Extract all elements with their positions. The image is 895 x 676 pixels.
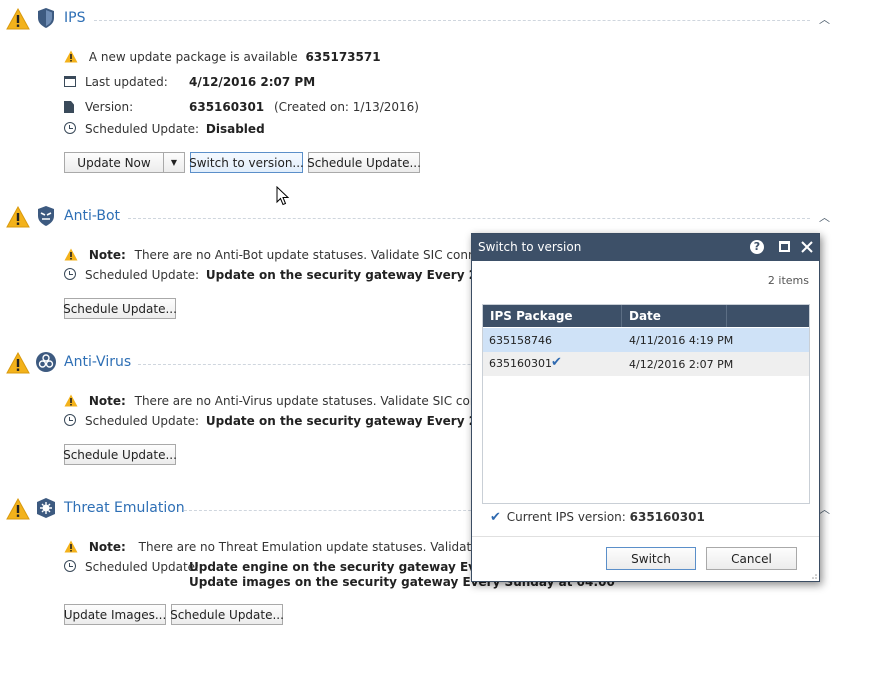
last-updated-value: 4/12/2016 2:07 PM <box>189 75 316 89</box>
versions-table: IPS Package Version▲ Date 635158746 4/11… <box>482 304 810 504</box>
ips-shield-icon <box>38 8 54 28</box>
current-version-check-icon: ✔ <box>551 355 562 370</box>
warning-icon <box>6 498 30 520</box>
section-divider <box>94 20 810 21</box>
collapse-chevron-icon[interactable]: ︿ <box>819 11 830 27</box>
current-version-value: 635160301 <box>629 510 705 524</box>
table-header: IPS Package Version▲ Date <box>483 305 809 345</box>
items-count: 2 items <box>767 274 809 287</box>
update-notice-text: A new update package is available <box>88 50 298 64</box>
clock-icon <box>64 122 76 134</box>
clock-icon <box>64 268 76 280</box>
column-header-label: Date <box>629 309 661 323</box>
version-value: 635160301 <box>189 100 265 114</box>
update-now-button[interactable]: Update Now <box>64 152 164 173</box>
update-notice-version: 635173571 <box>305 50 381 64</box>
dialog-footer-divider <box>472 536 819 537</box>
threat-emulation-icon <box>37 498 55 518</box>
current-version-row: ✔ Current IPS version: 635160301 <box>490 510 705 525</box>
ips-update-notice: A new update package is available 635173… <box>64 50 381 64</box>
update-now-dropdown-button[interactable]: ▼ <box>163 152 185 173</box>
version-label: Version: <box>85 100 134 114</box>
resize-grip-icon[interactable] <box>809 571 817 579</box>
anti-bot-schedule-update-button[interactable]: Schedule Update... <box>63 298 177 319</box>
ips-section-title[interactable]: IPS <box>64 10 85 26</box>
close-icon[interactable] <box>801 241 813 253</box>
ips-version: Version: <box>64 100 133 114</box>
anti-bot-note: Note: There are no Anti-Bot update statu… <box>64 248 531 262</box>
current-version-label: Current IPS version: <box>506 510 626 524</box>
table-row[interactable]: 635158746 4/11/2016 4:19 PM <box>483 328 809 352</box>
clock-icon <box>64 414 76 426</box>
anti-virus-note: Note: There are no Anti-Virus update sta… <box>64 394 541 408</box>
threat-emulation-schedule-update-button[interactable]: Schedule Update... <box>170 604 284 625</box>
warning-icon <box>6 8 30 30</box>
version-created: (Created on: 1/13/2016) <box>273 100 419 114</box>
document-icon <box>64 101 74 113</box>
switch-to-version-button[interactable]: Switch to version... <box>189 152 304 173</box>
note-label: Note: <box>88 248 126 262</box>
cancel-button[interactable]: Cancel <box>706 547 797 570</box>
switch-button[interactable]: Switch <box>606 547 696 570</box>
warning-icon <box>64 248 78 261</box>
help-icon[interactable]: ? <box>750 240 764 254</box>
collapse-chevron-icon[interactable]: ︿ <box>819 501 830 517</box>
scheduled-label: Scheduled Update: <box>85 560 200 574</box>
threat-emulation-section-title[interactable]: Threat Emulation <box>64 500 185 516</box>
section-divider <box>128 218 810 219</box>
scheduled-value: Disabled <box>205 122 265 136</box>
warning-icon <box>6 206 30 228</box>
row-date: 4/12/2016 2:07 PM <box>629 358 734 371</box>
anti-virus-section-title[interactable]: Anti-Virus <box>64 354 131 370</box>
dialog-title: Switch to version <box>478 240 582 254</box>
current-version-check-icon: ✔ <box>490 510 501 525</box>
table-row[interactable]: 635160301 ✔ 4/12/2016 2:07 PM <box>483 352 809 376</box>
note-label: Note: <box>88 394 126 408</box>
calendar-icon <box>64 76 76 87</box>
maximize-icon[interactable] <box>779 241 790 252</box>
row-date: 4/11/2016 4:19 PM <box>629 334 734 347</box>
scheduled-label: Scheduled Update: <box>85 122 200 136</box>
warning-icon <box>6 352 30 374</box>
scheduled-label: Scheduled Update: <box>85 414 200 428</box>
update-images-button[interactable]: Update Images... <box>64 604 166 625</box>
anti-bot-section-title[interactable]: Anti-Bot <box>64 208 120 224</box>
threat-emulation-scheduled-update: Scheduled Update: <box>64 560 199 574</box>
anti-bot-shield-icon <box>38 206 54 226</box>
warning-icon <box>64 394 78 407</box>
row-version: 635160301 <box>489 357 552 370</box>
scheduled-label: Scheduled Update: <box>85 268 200 282</box>
note-label: Note: <box>88 540 126 554</box>
switch-to-version-dialog: Switch to version ? 2 items IPS Package … <box>471 233 820 582</box>
collapse-chevron-icon[interactable]: ︿ <box>819 209 830 225</box>
ips-schedule-update-button[interactable]: Schedule Update... <box>307 152 421 173</box>
warning-icon <box>64 50 78 63</box>
ips-scheduled-update: Scheduled Update: Disabled <box>64 122 265 136</box>
last-updated-label: Last updated: <box>85 75 168 89</box>
row-version: 635158746 <box>489 334 552 347</box>
biohazard-icon <box>36 352 56 372</box>
dropdown-arrow-icon: ▼ <box>170 158 178 167</box>
column-header-date[interactable]: Date <box>622 305 727 327</box>
mouse-cursor-icon <box>276 186 290 206</box>
version-value-row: 635160301 (Created on: 1/13/2016) <box>189 100 419 114</box>
threat-emulation-note: Note: There are no Threat Emulation upda… <box>64 540 535 554</box>
dialog-title-bar[interactable]: Switch to version ? <box>472 234 819 261</box>
column-header-version[interactable]: IPS Package Version▲ <box>483 305 622 345</box>
clock-icon <box>64 560 76 572</box>
warning-icon <box>64 540 78 553</box>
anti-virus-schedule-update-button[interactable]: Schedule Update... <box>63 444 177 465</box>
ips-last-updated: Last updated: <box>64 75 168 89</box>
